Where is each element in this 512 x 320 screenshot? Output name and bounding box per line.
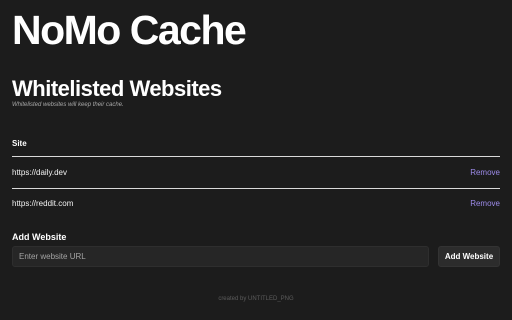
site-url: https://reddit.com [12,199,74,208]
footer-credit: created by UNTITLED_PNG [218,296,294,302]
add-website-label: Add Website [12,232,67,242]
add-website-button[interactable]: Add Website [438,246,500,267]
site-column-header: Site [12,139,27,148]
remove-button[interactable]: Remove [470,167,500,179]
site-url: https://daily.dev [12,168,67,177]
row-divider [12,188,500,189]
website-url-input[interactable] [12,246,429,267]
section-title: Whitelisted Websites [12,76,222,101]
header-divider [12,156,500,157]
table-row: https://reddit.com Remove [12,198,500,210]
section-subtitle: Whitelisted websites will keep their cac… [12,102,124,108]
app-title: NoMo Cache [12,7,247,53]
table-row: https://daily.dev Remove [12,167,500,179]
remove-button[interactable]: Remove [470,198,500,210]
